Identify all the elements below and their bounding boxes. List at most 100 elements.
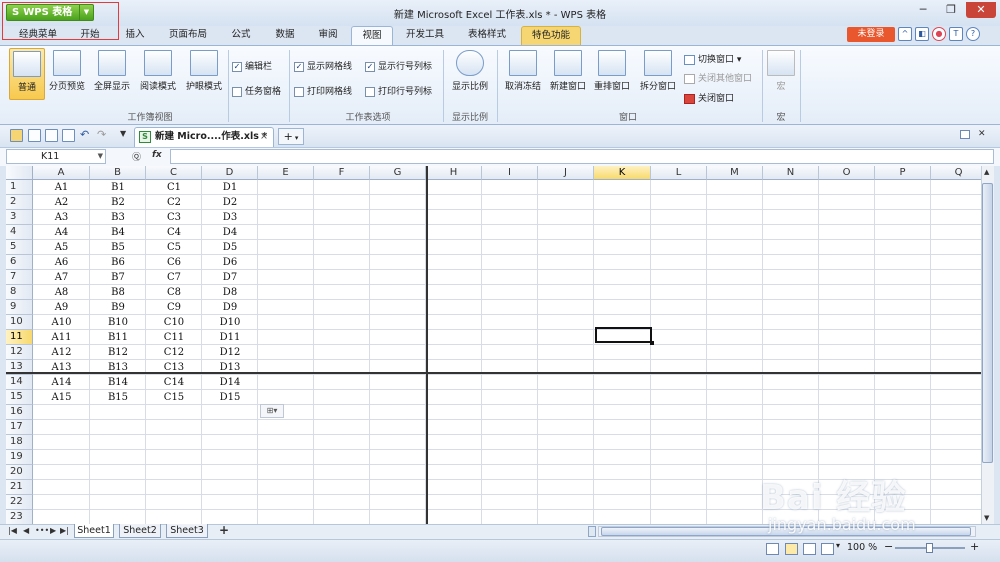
new-tab-button[interactable]: + ▾ [278, 128, 304, 145]
tab-developer[interactable]: 开发工具 [399, 26, 451, 45]
cell[interactable]: B7 [90, 270, 146, 285]
last-sheet-icon[interactable]: ▶| [60, 526, 69, 535]
cell[interactable]: D1 [202, 180, 258, 195]
row-header[interactable]: 2 [6, 195, 33, 210]
arrange-windows-button[interactable]: 重排窗口 [592, 48, 632, 100]
cell[interactable]: B12 [90, 345, 146, 360]
cell[interactable]: B14 [90, 375, 146, 390]
hsplit-handle[interactable] [588, 526, 596, 537]
cell[interactable]: B8 [90, 285, 146, 300]
checkbox-show-gridlines[interactable]: ✓ 显示网格线 [294, 61, 352, 75]
cell[interactable]: B2 [90, 195, 146, 210]
column-header[interactable]: H [426, 166, 482, 180]
row-header[interactable]: 15 [6, 390, 33, 405]
customize-toolbar-icon[interactable]: ▼ [120, 129, 126, 138]
zoom-level[interactable]: 100 % [847, 542, 877, 553]
cell[interactable]: A8 [33, 285, 90, 300]
cell[interactable]: B15 [90, 390, 146, 405]
column-header[interactable]: E [258, 166, 314, 180]
cell[interactable]: C15 [146, 390, 202, 405]
cell[interactable]: B4 [90, 225, 146, 240]
cell[interactable]: C14 [146, 375, 202, 390]
color-icon[interactable]: ● [932, 27, 946, 41]
cell[interactable]: D6 [202, 255, 258, 270]
row-header[interactable]: 7 [6, 270, 33, 285]
cell[interactable]: D7 [202, 270, 258, 285]
login-button[interactable]: 未登录 [847, 27, 895, 42]
column-header[interactable]: I [482, 166, 538, 180]
cell[interactable]: D15 [202, 390, 258, 405]
vertical-scroll-thumb[interactable] [982, 183, 993, 463]
cell[interactable]: D11 [202, 330, 258, 345]
row-header[interactable]: 11 [6, 330, 33, 345]
reading-view-icon[interactable] [821, 543, 834, 555]
checkbox-task-pane[interactable]: 任务窗格 [232, 86, 281, 100]
cell[interactable]: C6 [146, 255, 202, 270]
row-header[interactable]: 23 [6, 510, 33, 524]
tab-table-style[interactable]: 表格样式 [459, 26, 515, 45]
row-header[interactable]: 4 [6, 225, 33, 240]
cell[interactable]: D2 [202, 195, 258, 210]
zoom-formula-icon[interactable]: Ⓠ [132, 150, 141, 163]
prev-sheet-icon[interactable]: ◀ [23, 526, 29, 535]
checkbox-print-gridlines[interactable]: 打印网格线 [294, 86, 352, 100]
first-sheet-icon[interactable]: |◀ [8, 526, 17, 535]
shirt-icon[interactable]: T [949, 27, 963, 41]
cell[interactable]: D8 [202, 285, 258, 300]
cell[interactable]: C12 [146, 345, 202, 360]
cell[interactable]: C7 [146, 270, 202, 285]
select-all-corner[interactable] [6, 166, 33, 180]
minimize-icon[interactable]: ─ [910, 2, 936, 18]
full-screen-button[interactable]: 全屏显示 [92, 48, 132, 100]
cell[interactable]: A2 [33, 195, 90, 210]
row-header[interactable]: 18 [6, 435, 33, 450]
page-break-view-icon[interactable] [803, 543, 816, 555]
column-header[interactable]: G [370, 166, 426, 180]
cell[interactable]: A1 [33, 180, 90, 195]
cell[interactable]: A10 [33, 315, 90, 330]
tab-page-layout[interactable]: 页面布局 [160, 26, 216, 45]
save-icon[interactable] [28, 129, 41, 142]
cell[interactable]: D4 [202, 225, 258, 240]
help-icon[interactable]: ? [966, 27, 980, 41]
redo-icon[interactable]: ↷ [97, 128, 106, 141]
normal-view-button[interactable]: 普通 [9, 48, 45, 100]
expand-icon[interactable]: ^ [898, 27, 912, 41]
sheet-tab-1[interactable]: Sheet1 [74, 524, 114, 538]
cell[interactable]: D12 [202, 345, 258, 360]
column-header[interactable]: C [146, 166, 202, 180]
restore-doc-icon[interactable] [960, 130, 970, 139]
new-window-button[interactable]: 新建窗口 [547, 48, 589, 100]
sheet-tab-2[interactable]: Sheet2 [119, 524, 161, 538]
cell[interactable]: C11 [146, 330, 202, 345]
tab-special-features[interactable]: 特色功能 [521, 26, 581, 45]
row-header[interactable]: 6 [6, 255, 33, 270]
undo-icon[interactable]: ↶ [80, 128, 89, 141]
unfreeze-button[interactable]: 取消冻结 [501, 48, 545, 100]
cell[interactable]: B6 [90, 255, 146, 270]
skin-icon[interactable]: ◧ [915, 27, 929, 41]
split-window-button[interactable]: 拆分窗口 [637, 48, 679, 100]
checkbox-print-headings[interactable]: 打印行号列标 [365, 86, 432, 100]
cell[interactable]: D3 [202, 210, 258, 225]
column-header[interactable]: A [33, 166, 90, 180]
cell[interactable]: C8 [146, 285, 202, 300]
column-header[interactable]: D [202, 166, 258, 180]
tab-formulas[interactable]: 公式 [222, 26, 260, 45]
paste-options-icon[interactable]: ⊞▾ [260, 404, 284, 418]
split-horizontal-line[interactable] [6, 372, 981, 374]
close-doc-icon[interactable]: ✕ [978, 129, 986, 139]
cell[interactable]: C10 [146, 315, 202, 330]
zoom-in-icon[interactable]: + [970, 540, 979, 553]
cell[interactable]: D10 [202, 315, 258, 330]
scroll-up-icon[interactable]: ▲ [984, 168, 989, 176]
cell[interactable]: A7 [33, 270, 90, 285]
active-cell-cursor[interactable] [595, 327, 654, 345]
cell[interactable]: A4 [33, 225, 90, 240]
row-header[interactable]: 16 [6, 405, 33, 420]
eye-protection-button[interactable]: 护眼模式 [183, 48, 225, 100]
cell[interactable]: C4 [146, 225, 202, 240]
zoom-ratio-button[interactable]: 显示比例 [449, 48, 491, 100]
cell[interactable]: B1 [90, 180, 146, 195]
close-window-button[interactable]: 关闭窗口 [684, 92, 734, 106]
